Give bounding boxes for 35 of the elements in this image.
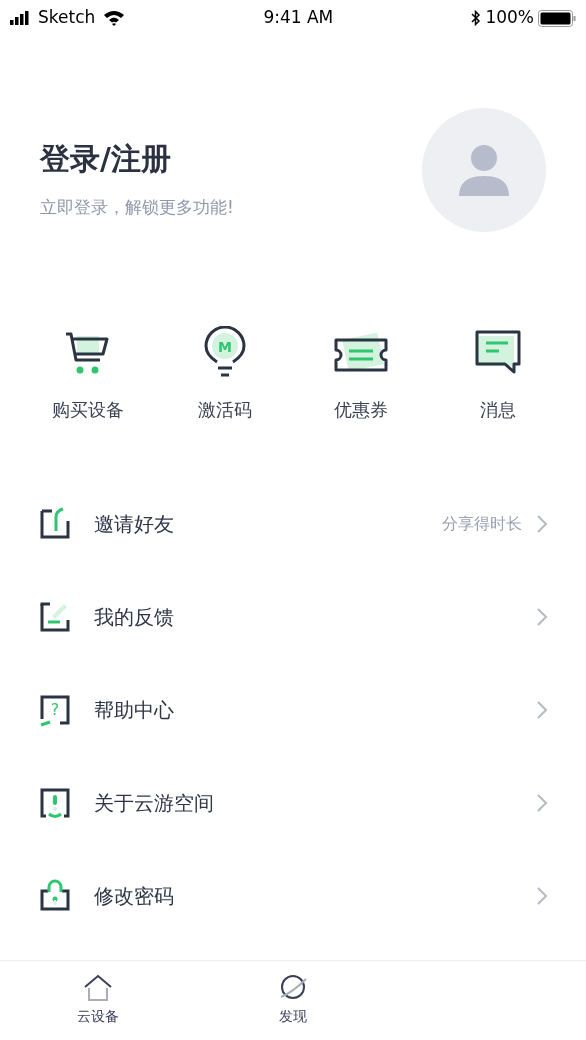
menu-item[interactable]: 修改密码 bbox=[38, 849, 548, 942]
tab-item[interactable]: 发现 bbox=[195, 961, 391, 1040]
share-icon bbox=[38, 506, 72, 541]
home-icon bbox=[82, 974, 113, 1002]
chevron-right-icon bbox=[536, 513, 548, 534]
chevron-right-icon bbox=[536, 699, 548, 720]
menu-item[interactable]: 我的反馈 bbox=[38, 570, 548, 663]
carrier-name: Sketch bbox=[38, 6, 96, 30]
user-icon bbox=[458, 144, 510, 196]
login-subtitle: 立即登录，解锁更多功能! bbox=[40, 196, 234, 219]
menu-item[interactable]: 关于云游空间 bbox=[38, 756, 548, 849]
chevron-right-icon bbox=[536, 606, 548, 627]
battery-icon bbox=[538, 9, 576, 27]
menu-item[interactable]: ? 帮助中心 bbox=[38, 663, 548, 756]
battery-percent: 100% bbox=[485, 6, 534, 30]
menu-label: 关于云游空间 bbox=[94, 789, 215, 817]
menu-label: 帮助中心 bbox=[94, 696, 175, 724]
chevron-right-icon bbox=[536, 885, 548, 906]
chevron-right-icon bbox=[536, 792, 548, 813]
menu-label: 修改密码 bbox=[94, 882, 175, 910]
signal-icon bbox=[10, 11, 30, 25]
login-title[interactable]: 登录/注册 bbox=[40, 136, 234, 181]
shortcut-label[interactable]: 激活码 bbox=[197, 396, 252, 423]
shortcut-label[interactable]: 购买设备 bbox=[52, 396, 125, 423]
status-time: 9:41 AM bbox=[262, 6, 335, 30]
lock-icon bbox=[38, 878, 72, 913]
menu-hint: 分享得时长 bbox=[442, 512, 522, 535]
menu-item[interactable]: 邀请好友 分享得时长 bbox=[38, 477, 548, 570]
bluetooth-icon bbox=[471, 9, 482, 27]
shortcut-label[interactable]: 优惠券 bbox=[334, 396, 389, 423]
shortcut-label[interactable]: 消息 bbox=[479, 396, 516, 423]
tab-item[interactable]: 云设备 bbox=[0, 961, 196, 1040]
menu-label: 我的反馈 bbox=[94, 603, 175, 631]
wifi-icon bbox=[103, 10, 126, 26]
menu-label: 邀请好友 bbox=[94, 510, 175, 538]
